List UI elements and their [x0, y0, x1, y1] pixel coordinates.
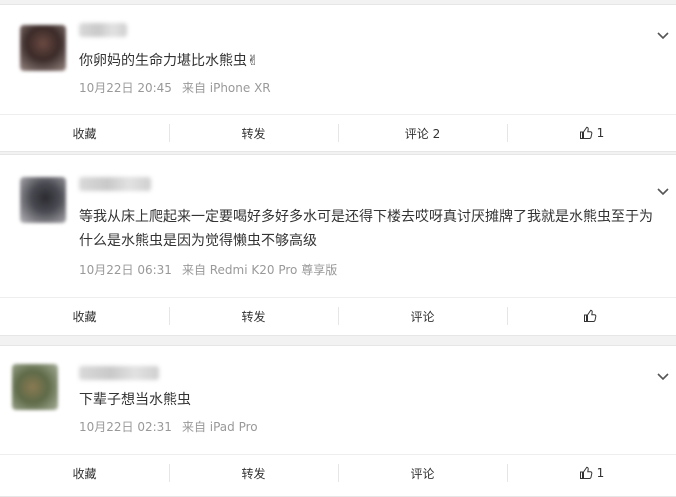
comment-meta: 10月22日 06:31 来自 Redmi K20 Pro 尊享版 [79, 261, 337, 278]
chevron-down-icon[interactable] [656, 185, 670, 199]
action-bar: 收藏 转发 评论 [0, 297, 676, 334]
like-count: 1 [596, 126, 605, 140]
comment-button[interactable]: 评论 2 [338, 115, 507, 151]
avatar[interactable] [20, 25, 66, 71]
comment-meta: 10月22日 20:45 来自 iPhone XR [79, 79, 271, 96]
comment-source: 来自 iPad Pro [181, 420, 258, 434]
comment-button[interactable]: 评论 [338, 455, 507, 491]
collect-button[interactable]: 收藏 [0, 115, 169, 151]
comment-date: 10月22日 02:31 [79, 420, 172, 434]
avatar[interactable] [20, 177, 66, 223]
repost-button[interactable]: 转发 [169, 115, 338, 151]
comment-card: 你卵妈的生命力堪比水熊虫✌ 10月22日 20:45 来自 iPhone XR 收… [0, 4, 676, 152]
comment-text: 下辈子想当水熊虫 [79, 392, 191, 408]
username[interactable] [79, 23, 127, 37]
like-button[interactable]: 1 [507, 455, 676, 491]
like-button[interactable] [507, 298, 676, 334]
comment-label: 评论 [410, 466, 435, 481]
chevron-down-icon[interactable] [656, 29, 670, 43]
comment-button[interactable]: 评论 [338, 298, 507, 334]
repost-button[interactable]: 转发 [169, 455, 338, 491]
comment-text: 等我从床上爬起来一定要喝好多好多水可是还得下楼去哎呀真讨厌摊牌了我就是水熊虫至于… [79, 209, 653, 249]
comment-date: 10月22日 20:45 [79, 81, 172, 95]
comment-card: 等我从床上爬起来一定要喝好多好多水可是还得下楼去哎呀真讨厌摊牌了我就是水熊虫至于… [0, 154, 676, 336]
thumbs-up-icon [583, 309, 597, 323]
collect-label: 收藏 [72, 126, 97, 141]
action-bar: 收藏 转发 评论 1 [0, 454, 676, 491]
comment-source: 来自 Redmi K20 Pro 尊享版 [181, 263, 338, 277]
like-button[interactable]: 1 [507, 115, 676, 151]
collect-button[interactable]: 收藏 [0, 455, 169, 491]
action-bar: 收藏 转发 评论 2 1 [0, 114, 676, 151]
comment-label: 评论 2 [404, 126, 441, 141]
thumbs-up-icon [579, 466, 593, 480]
thumbs-up-icon [579, 126, 593, 140]
comment-label: 评论 [410, 309, 435, 324]
username[interactable] [79, 366, 159, 380]
collect-button[interactable]: 收藏 [0, 298, 169, 334]
repost-label: 转发 [241, 466, 266, 481]
collect-label: 收藏 [72, 309, 97, 324]
repost-button[interactable]: 转发 [169, 298, 338, 334]
comment-text: 你卵妈的生命力堪比水熊虫✌ [79, 53, 259, 69]
username[interactable] [79, 177, 151, 191]
like-count: 1 [596, 466, 605, 480]
comment-card: 下辈子想当水熊虫 10月22日 02:31 来自 iPad Pro 收藏 转发 评… [0, 345, 676, 497]
comment-source: 来自 iPhone XR [181, 81, 271, 95]
comment-date: 10月22日 06:31 [79, 263, 172, 277]
avatar[interactable] [12, 364, 58, 410]
repost-label: 转发 [241, 126, 266, 141]
collect-label: 收藏 [72, 466, 97, 481]
chevron-down-icon[interactable] [656, 370, 670, 384]
comment-meta: 10月22日 02:31 来自 iPad Pro [79, 418, 258, 435]
repost-label: 转发 [241, 309, 266, 324]
